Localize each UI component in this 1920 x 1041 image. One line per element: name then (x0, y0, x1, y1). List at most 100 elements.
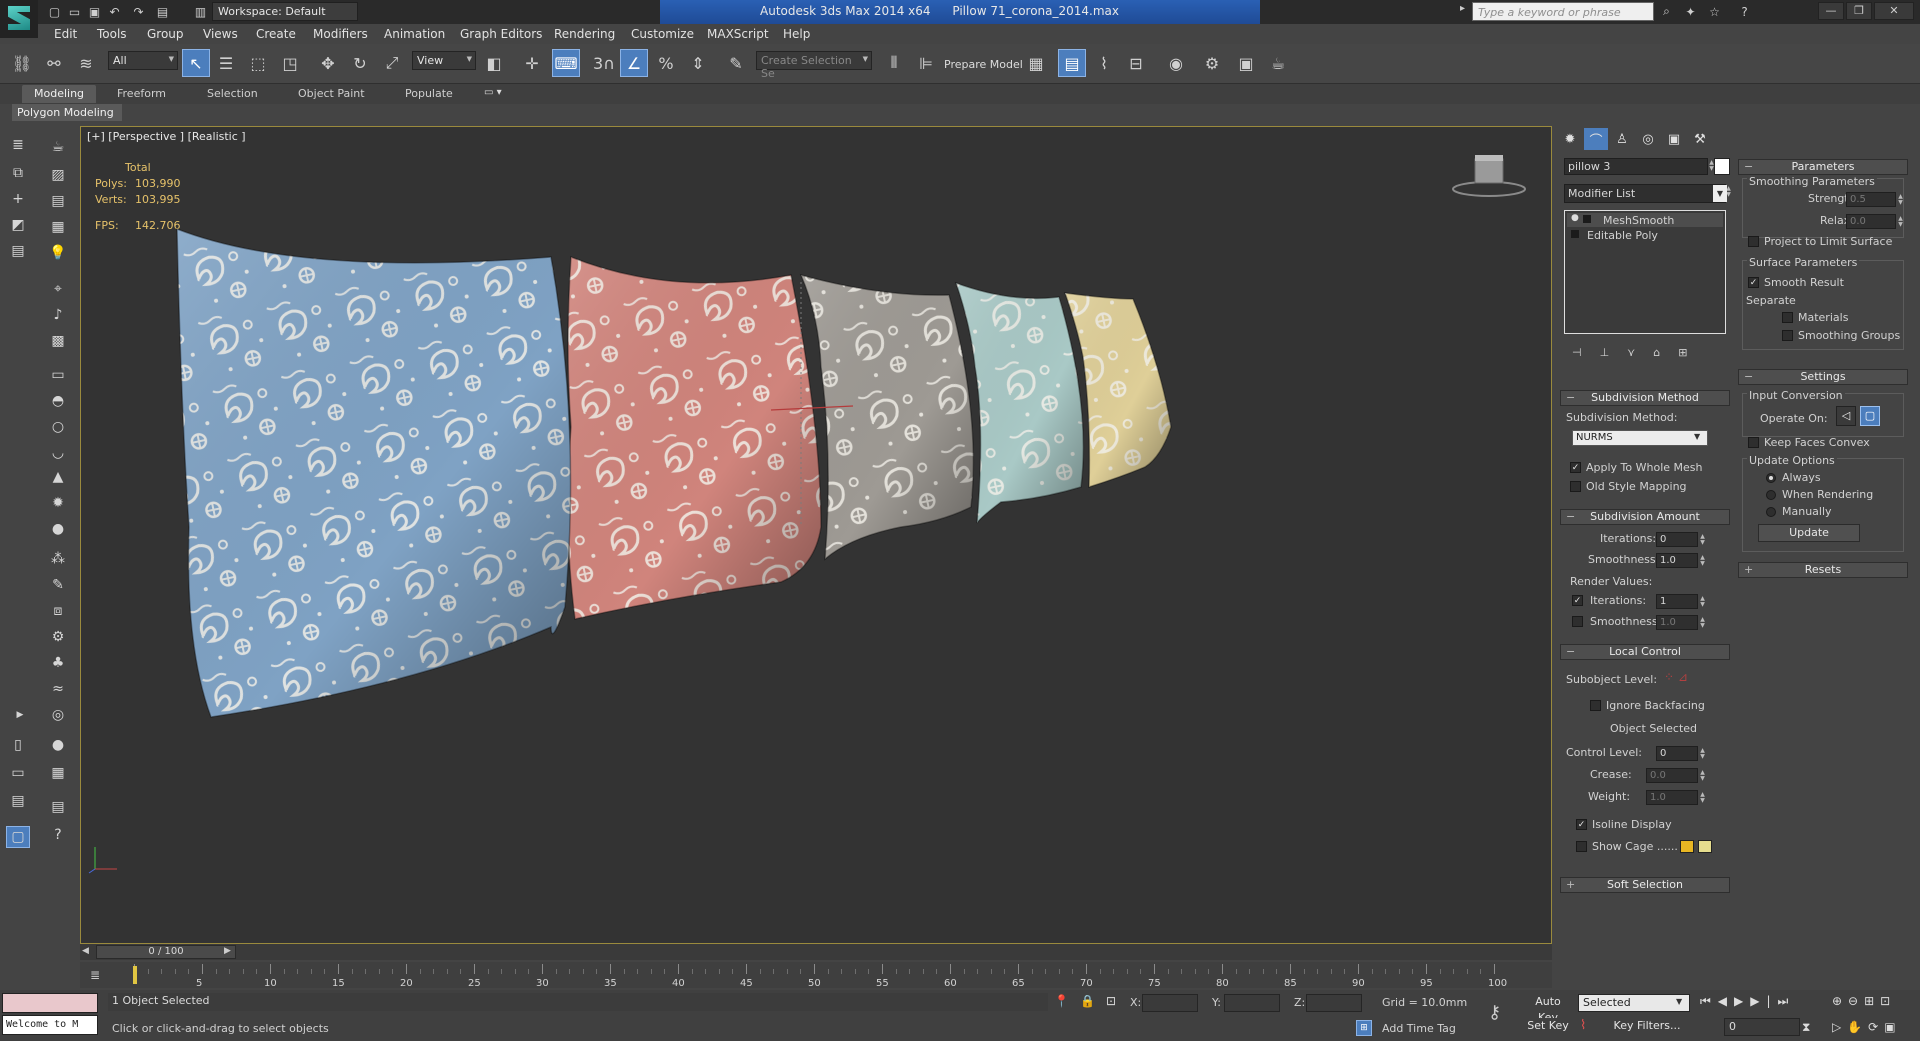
viewport-layout-active-icon[interactable]: ▢ (6, 826, 30, 848)
unlink-icon[interactable]: ⚯ (40, 49, 68, 77)
menu-maxscript[interactable]: MAXScript (707, 27, 769, 41)
render-setup-icon[interactable]: ⚙ (1198, 49, 1226, 77)
show-cage-checkbox[interactable] (1576, 841, 1587, 852)
pillow-teal[interactable] (954, 281, 1085, 526)
subscription-icon[interactable]: ✦ (1682, 3, 1699, 20)
current-frame-field[interactable]: 0 (1724, 1018, 1800, 1036)
operate-on-triangles-button[interactable]: ◁ (1836, 406, 1856, 426)
paint-icon[interactable]: ✎ (46, 574, 70, 596)
time-slider[interactable]: 0 / 100 (96, 945, 236, 959)
image-icon[interactable]: ▨ (46, 164, 70, 186)
expand-arrow-icon[interactable]: ▶ (8, 704, 32, 726)
ribbon-tab-freeform[interactable]: Freeform (117, 87, 166, 100)
pillow-blue[interactable] (176, 227, 572, 718)
next-frame-arrow-icon[interactable]: ▶ (224, 946, 231, 956)
restore-button[interactable]: ❐ (1846, 2, 1872, 20)
object-name-field[interactable]: pillow 3 (1564, 158, 1719, 175)
viewport-nav-top-icons[interactable]: ⊕⊖⊞⊡ (1832, 994, 1896, 1008)
render-production-icon[interactable]: ☕ (1264, 49, 1292, 77)
perspective-viewport[interactable]: [+] [Perspective ] [Realistic ] Total Po… (80, 126, 1552, 944)
project-limit-surface-checkbox[interactable] (1748, 236, 1759, 247)
bind-space-warp-icon[interactable]: ≋ (72, 49, 100, 77)
binoculars-icon[interactable]: ⌕ (1658, 3, 1675, 20)
update-always-radio[interactable] (1766, 473, 1776, 483)
dropdown-arrow-icon[interactable]: ▼ (1694, 432, 1700, 441)
open-file-icon[interactable]: ▭ (66, 3, 83, 20)
gear-icon[interactable]: ⚙ (46, 626, 70, 648)
display-tab-icon[interactable]: ▣ (1662, 128, 1686, 150)
keyboard-shortcut-override-icon[interactable]: ⌨ (552, 49, 580, 77)
selection-filter-dropdown[interactable]: All (108, 51, 178, 70)
keep-faces-convex-checkbox[interactable] (1748, 437, 1759, 448)
sphere-icon[interactable]: ○ (46, 416, 70, 438)
mini-curve-editor-icon[interactable]: ≣ (90, 968, 108, 982)
current-frame-marker[interactable] (133, 966, 137, 984)
old-style-mapping-checkbox[interactable] (1570, 481, 1581, 492)
plant-icon[interactable]: ♣ (46, 652, 70, 674)
subdivision-method-rollout[interactable]: Subdivision Method (1560, 390, 1730, 406)
update-manually-radio[interactable] (1766, 507, 1776, 517)
help-circle-icon[interactable]: ? (46, 824, 70, 846)
separate-smoothing-groups-checkbox[interactable] (1782, 330, 1793, 341)
set-key-button[interactable]: Set Key (1524, 1018, 1572, 1036)
local-control-rollout[interactable]: Local Control (1560, 644, 1730, 660)
align-icon[interactable]: ⊫ (912, 49, 940, 77)
close-button[interactable]: ✕ (1874, 2, 1914, 20)
named-selection-sets-dropdown[interactable]: Create Selection Se (756, 51, 872, 80)
update-button[interactable]: Update (1758, 524, 1860, 542)
auto-key-button[interactable]: Auto Key (1524, 994, 1572, 1024)
dummy-icon[interactable]: ⧈ (46, 600, 70, 622)
viewport-nav-bottom-icons[interactable]: ▷✋⟳▣ (1832, 1020, 1902, 1034)
previous-frame-arrow-icon[interactable]: ◀ (82, 946, 89, 956)
x-coord-field[interactable] (1142, 994, 1198, 1012)
expand-box-icon[interactable] (1583, 215, 1591, 223)
subdivision-amount-rollout[interactable]: Subdivision Amount (1560, 509, 1730, 525)
mirror-icon[interactable]: ⫴ (880, 49, 908, 77)
checker-icon[interactable]: ▦ (46, 762, 70, 784)
camera-icon[interactable]: ⌖ (46, 278, 70, 300)
object-color-swatch[interactable] (1714, 158, 1730, 175)
apply-whole-mesh-checkbox[interactable]: ✓ (1570, 462, 1581, 473)
render-smoothness-checkbox[interactable] (1572, 616, 1583, 627)
create-plus-icon[interactable]: + (6, 188, 30, 210)
menu-help[interactable]: Help (783, 27, 810, 41)
bowl-icon[interactable]: ◡ (46, 442, 70, 464)
sphere-solid-icon[interactable]: ● (46, 518, 70, 540)
vertex-edge-subobject-icon[interactable]: ⁘ ⊿ (1664, 670, 1688, 684)
maxscript-prompt[interactable]: Welcome to M (2, 1015, 98, 1035)
motion-tab-icon[interactable]: ◎ (1636, 128, 1660, 150)
weight-spinner[interactable]: 1.0 (1646, 790, 1709, 805)
resets-rollout[interactable]: Resets (1738, 562, 1908, 578)
material-editor-icon[interactable]: ◉ (1162, 49, 1190, 77)
smooth-result-checkbox[interactable]: ✓ (1748, 277, 1759, 288)
edit-named-selection-icon[interactable]: ✎ (722, 49, 750, 77)
select-and-link-icon[interactable]: ⛓ (8, 49, 36, 77)
rendered-frame-window-icon[interactable]: ▣ (1232, 49, 1260, 77)
soft-selection-rollout[interactable]: Soft Selection (1560, 877, 1730, 893)
light-bulb-icon[interactable]: 💡 (46, 242, 70, 264)
key-selection-set-dropdown[interactable]: Selected (1578, 994, 1690, 1012)
parameters-rollout[interactable]: Parameters (1738, 159, 1908, 175)
percent-snap-icon[interactable]: % (652, 49, 680, 77)
playback-controls[interactable]: ⏮◀▶▶|⏭ (1700, 994, 1795, 1009)
ribbon-tab-selection[interactable]: Selection (207, 87, 258, 100)
curve-editor-icon[interactable]: ⌇ (1090, 49, 1118, 77)
create-tab-icon[interactable]: ✹ (1558, 128, 1582, 150)
z-coord-field[interactable] (1306, 994, 1362, 1012)
toggle-ribbon-icon[interactable]: ▤ (1058, 49, 1086, 77)
project-folder-icon[interactable]: ▥ (192, 3, 209, 20)
separate-materials-checkbox[interactable] (1782, 312, 1793, 323)
search-expand-icon[interactable]: ▸ (1460, 3, 1465, 14)
help-icon[interactable]: ? (1736, 3, 1753, 20)
shell-icon[interactable]: ◎ (46, 704, 70, 726)
material-sphere-icon[interactable]: ● (46, 734, 70, 756)
favorites-star-icon[interactable]: ☆ (1706, 3, 1723, 20)
modifier-list-dropdown[interactable]: Modifier List (1564, 184, 1737, 203)
timeline[interactable]: ≣ 5 10 15 20 25 30 35 40 45 50 55 60 65 70 75 80 85 90 95 1… (80, 962, 1552, 989)
snaps-toggle-icon[interactable]: 3 ∩ (590, 49, 618, 77)
menu-animation[interactable]: Animation (384, 27, 445, 41)
dropdown-arrow-icon[interactable]: ▼ (1676, 997, 1682, 1006)
prepare-model-label[interactable]: Prepare Model (944, 58, 1023, 71)
isolate-pin-icon[interactable]: 📍 (1054, 994, 1069, 1008)
redo-icon[interactable]: ↷ (130, 3, 147, 20)
